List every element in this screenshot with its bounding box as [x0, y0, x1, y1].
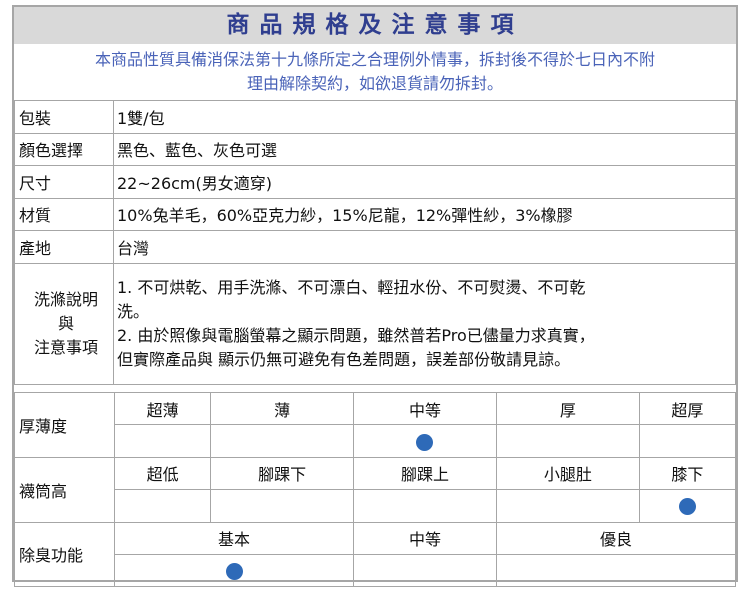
- spec-key: 尺寸: [14, 165, 114, 199]
- notice-line-2: 理由解除契約，如欲退貨請勿拆封。: [246, 74, 503, 93]
- thickness-options-row: 厚薄度 超薄薄中等厚超厚: [14, 391, 737, 458]
- sock-height-marker-cell: [113, 489, 212, 523]
- product-spec-sheet: 商品規格及注意事項 本商品性質具備消保法第十九條所定之合理例外情事，拆封後不得於…: [12, 5, 738, 588]
- spec-value: 10%兔羊毛，60%亞克力紗，15%尼龍，12%彈性紗，3%橡膠: [113, 197, 736, 231]
- care-key-line: 與: [57, 313, 74, 333]
- selected-dot-icon: [416, 433, 434, 451]
- thickness-option: 超厚: [638, 391, 737, 426]
- care-line: 2. 由於照像與電腦螢幕之顯示問題，雖然普若Pro已儘量力求真實，: [117, 325, 595, 345]
- thickness-marker-cell: [638, 424, 737, 458]
- sock-height-marker-cell: [495, 489, 640, 523]
- thickness-marker-cell: [210, 424, 355, 458]
- thickness-marker-cell: [495, 424, 640, 458]
- spec-row-color: 顏色選擇 黑色、藍色、灰色可選: [14, 132, 736, 166]
- sock-height-option: 超低: [113, 456, 212, 491]
- care-key: 洗滌說明 與 注意事項: [14, 262, 114, 385]
- thickness-marker-cell: [353, 424, 497, 458]
- sock-height-option: 小腿肚: [495, 456, 640, 491]
- sock-height-label: 襪筒高: [14, 456, 115, 523]
- spec-row-care: 洗滌說明 與 注意事項 1. 不可烘乾、用手洗滌、不可漂白、輕扭水份、不可熨燙、…: [14, 262, 736, 385]
- thickness-marker-cell: [113, 424, 212, 458]
- sheet-title: 商品規格及注意事項: [14, 7, 736, 44]
- care-line: 但實際產品與 顯示仍無可避免有色差問題，誤差部份敬請見諒。: [117, 349, 571, 369]
- spec-row-size: 尺寸 22~26cm(男女適穿): [14, 165, 736, 199]
- care-line: 洗。: [117, 301, 150, 321]
- notice-line-1: 本商品性質具備消保法第十九條所定之合理例外情事，拆封後不得於七日內不附: [94, 50, 655, 69]
- sock-height-option: 腳踝上: [353, 456, 497, 491]
- care-instructions: 1. 不可烘乾、用手洗滌、不可漂白、輕扭水份、不可熨燙、不可乾 洗。 2. 由於…: [113, 262, 736, 385]
- thickness-option: 厚: [495, 391, 640, 426]
- spec-table: 包裝 1雙/包 顏色選擇 黑色、藍色、灰色可選 尺寸 22~26cm(男女適穿)…: [14, 100, 736, 385]
- thickness-option: 中等: [353, 391, 497, 426]
- spec-key: 材質: [14, 197, 114, 231]
- selected-dot-icon: [225, 563, 243, 581]
- deodorant-option: 優良: [495, 521, 737, 555]
- spec-key: 產地: [14, 230, 114, 264]
- grade-table: 厚薄度 超薄薄中等厚超厚 襪筒高 超低 腳踝下 腳踝上 小腿肚 膝下 除臭功能 基本 中等 優良: [14, 391, 737, 588]
- thickness-label: 厚薄度: [14, 392, 115, 458]
- spec-key: 顏色選擇: [14, 132, 114, 166]
- sock-height-option: 腳踝下: [210, 456, 355, 491]
- return-policy-notice: 本商品性質具備消保法第十九條所定之合理例外情事，拆封後不得於七日內不附 理由解除…: [14, 44, 736, 100]
- spec-row-packaging: 包裝 1雙/包: [14, 100, 736, 134]
- spec-row-origin: 產地 台灣: [14, 230, 736, 264]
- deodorant-option: 基本: [113, 521, 355, 555]
- sock-height-marker-cell: [638, 489, 737, 523]
- spec-value: 1雙/包: [113, 100, 736, 134]
- sock-height-marker-cell: [210, 489, 355, 523]
- thickness-option: 薄: [210, 391, 355, 426]
- care-line: 1. 不可烘乾、用手洗滌、不可漂白、輕扭水份、不可熨燙、不可乾: [117, 277, 586, 297]
- spec-row-material: 材質 10%兔羊毛，60%亞克力紗，15%尼龍，12%彈性紗，3%橡膠: [14, 197, 736, 231]
- selected-dot-icon: [678, 498, 696, 516]
- deodorant-marker-row: [15, 553, 737, 588]
- deodorant-options-row: 除臭功能 基本 中等 優良: [14, 521, 737, 588]
- sock-height-marker-cell: [353, 489, 497, 523]
- spec-value: 黑色、藍色、灰色可選: [113, 132, 736, 166]
- thickness-option: 超薄: [113, 391, 212, 426]
- care-key-line: 注意事項: [33, 337, 98, 357]
- care-key-line: 洗滌說明: [33, 289, 98, 309]
- spec-value: 22~26cm(男女適穿): [113, 165, 736, 199]
- spec-key: 包裝: [14, 100, 114, 134]
- deodorant-marker-cell: [353, 553, 497, 588]
- sock-height-options-row: 襪筒高 超低 腳踝下 腳踝上 小腿肚 膝下: [14, 456, 737, 523]
- thickness-marker-row: [15, 424, 737, 458]
- deodorant-marker-cell: [495, 553, 737, 588]
- spec-value: 台灣: [113, 230, 736, 264]
- deodorant-label: 除臭功能: [14, 521, 115, 588]
- sock-height-option: 膝下: [638, 456, 737, 491]
- sock-height-marker-row: [15, 489, 737, 523]
- deodorant-option: 中等: [353, 521, 497, 555]
- deodorant-marker-cell: [113, 553, 355, 588]
